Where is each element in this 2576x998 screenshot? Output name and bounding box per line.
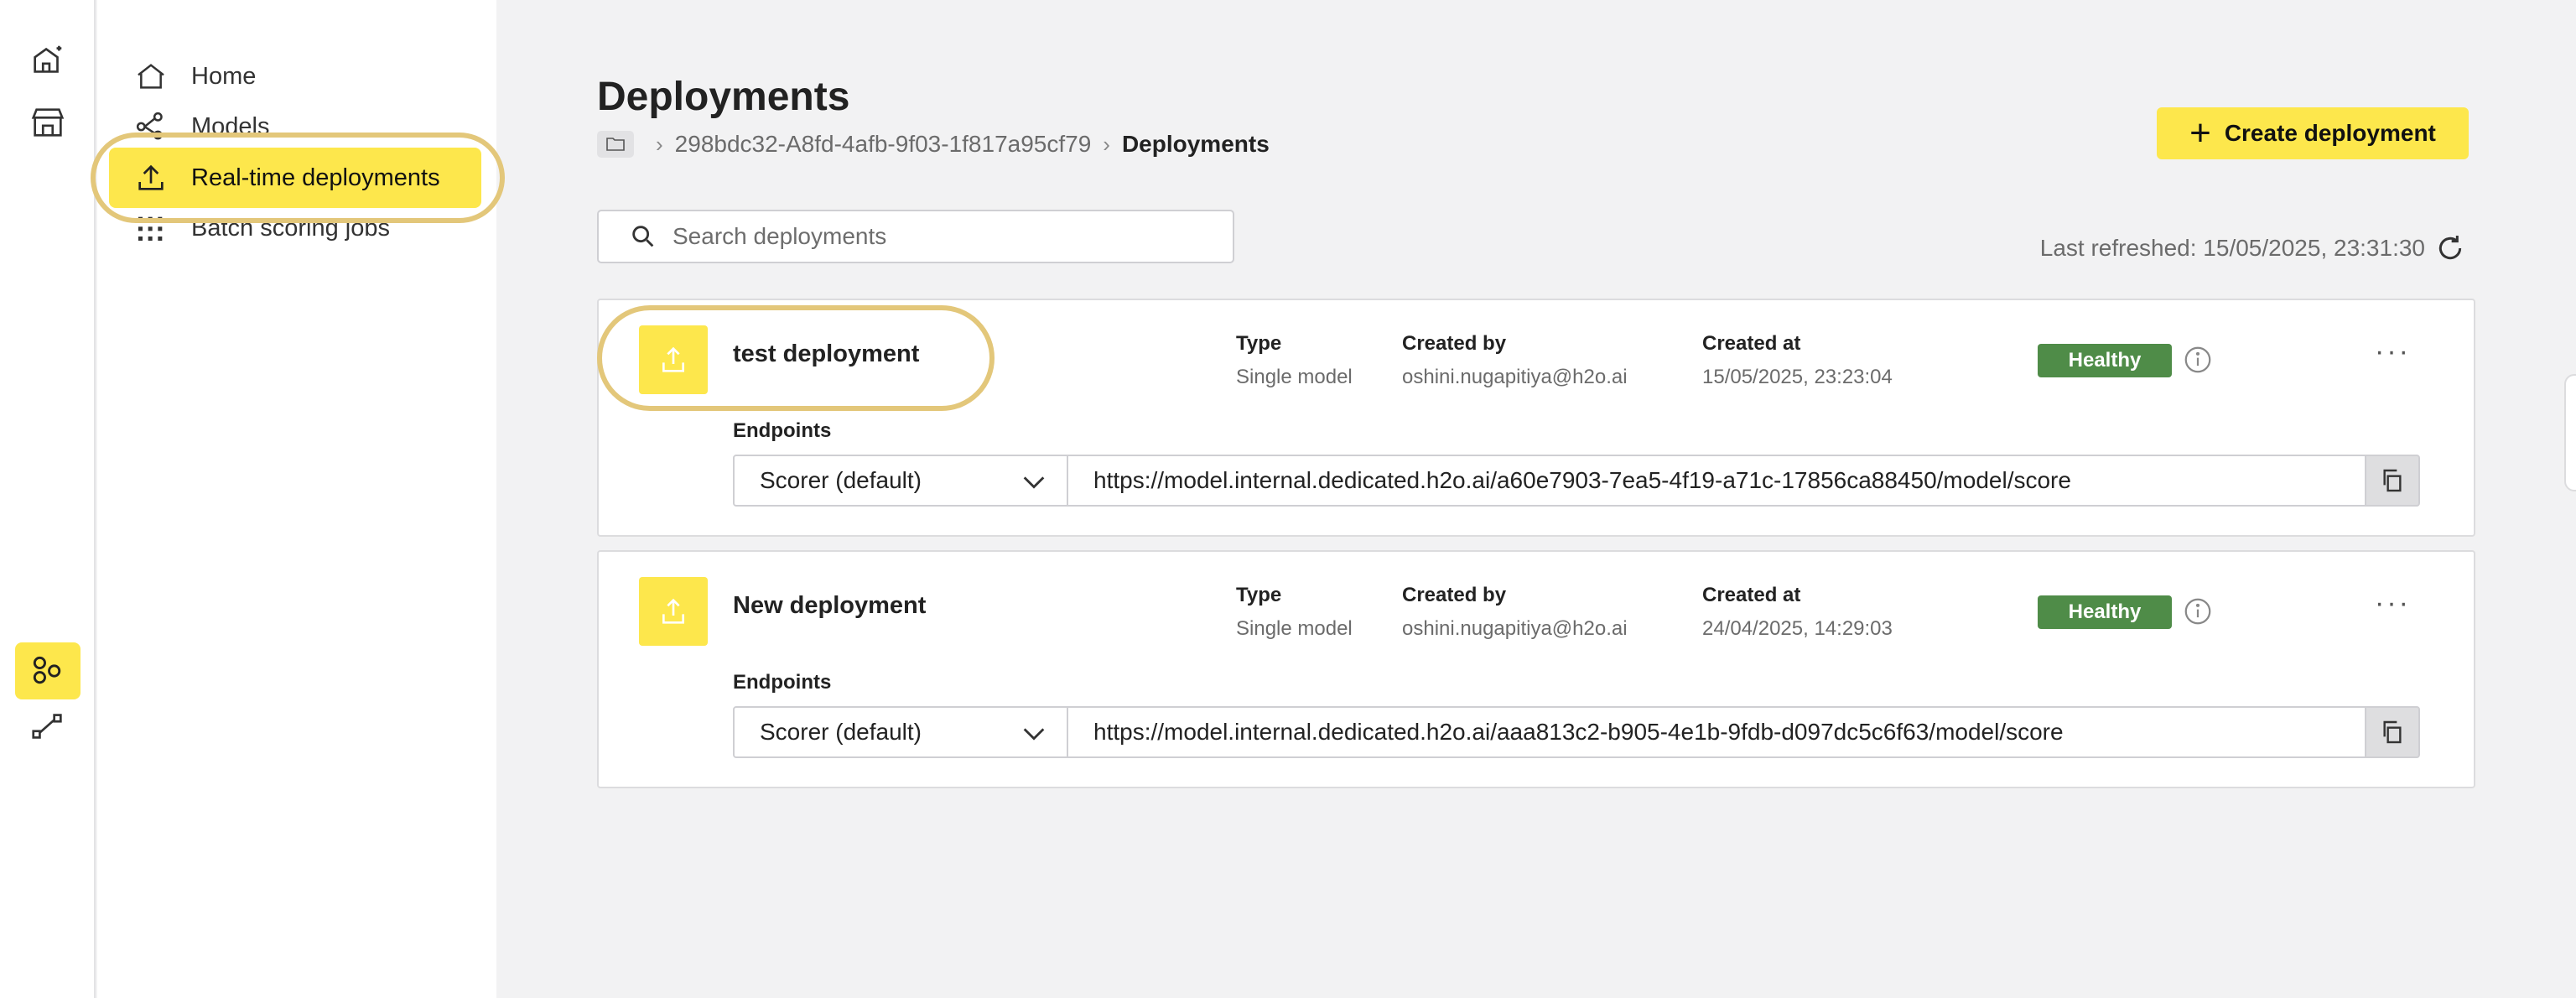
scorer-select[interactable]: Scorer (default) [733, 455, 1068, 507]
sidebar-item-label: Models [191, 112, 270, 140]
endpoint-url[interactable]: https://model.internal.dedicated.h2o.ai/… [1067, 455, 2366, 507]
models-icon [136, 112, 163, 140]
scorer-select-value: Scorer (default) [760, 719, 922, 745]
type-label: Type [1236, 332, 1282, 355]
more-options-icon[interactable]: ··· [2375, 587, 2411, 620]
deployment-name[interactable]: test deployment [733, 340, 919, 368]
app-rail [0, 0, 96, 998]
page-title: Deployments [597, 75, 850, 119]
chevron-down-icon [1023, 476, 1045, 489]
deployment-card[interactable]: New deployment Type Single model Created… [597, 550, 2475, 788]
sidebar-nav: Home Models Batch scoring jobs Real-time… [91, 0, 505, 998]
breadcrumb: › 298bdc32-A8fd-4afb-9f03-1f817a95cf79 ›… [597, 131, 1270, 158]
search-input[interactable] [673, 223, 1209, 250]
deployment-name[interactable]: New deployment [733, 592, 926, 620]
copy-button[interactable] [2365, 455, 2420, 507]
chevron-down-icon [1023, 728, 1045, 741]
upload-icon [639, 325, 708, 394]
created-by-label: Created by [1402, 332, 1507, 355]
side-panel-tab[interactable] [2564, 374, 2576, 491]
folder-icon[interactable] [597, 131, 634, 158]
search-box [597, 210, 1234, 263]
search-icon [632, 226, 654, 247]
created-by-label: Created by [1402, 584, 1507, 606]
sidebar-item-label: Batch scoring jobs [191, 214, 390, 242]
store-icon[interactable] [15, 94, 80, 151]
create-deployment-label: Create deployment [2224, 120, 2436, 146]
type-value: Single model [1236, 366, 1353, 388]
grid-icon [138, 216, 163, 241]
sidebar-item-label: Real-time deployments [191, 164, 440, 191]
pipeline-icon[interactable] [15, 698, 80, 755]
created-by-value: oshini.nugapitiya@h2o.ai [1402, 366, 1628, 388]
type-value: Single model [1236, 617, 1353, 640]
endpoint-url[interactable]: https://model.internal.dedicated.h2o.ai/… [1067, 706, 2366, 758]
copy-icon [2383, 720, 2402, 744]
breadcrumb-project[interactable]: 298bdc32-A8fd-4afb-9f03-1f817a95cf79 [675, 131, 1092, 158]
type-label: Type [1236, 584, 1282, 606]
scorer-select-value: Scorer (default) [760, 467, 922, 493]
created-at-label: Created at [1702, 332, 1801, 355]
chevron-right-icon: › [656, 131, 663, 157]
info-icon[interactable] [2182, 595, 2214, 627]
create-deployment-button[interactable]: + Create deployment [2157, 107, 2469, 159]
copy-icon [2383, 469, 2402, 492]
created-at-label: Created at [1702, 584, 1801, 606]
main-content: Deployments › 298bdc32-A8fd-4afb-9f03-1f… [496, 0, 2576, 998]
upload-icon [138, 164, 164, 190]
last-refreshed-text: Last refreshed: 15/05/2025, 23:31:30 [2039, 235, 2425, 261]
status-badge: Healthy [2038, 595, 2172, 629]
created-at-value: 15/05/2025, 23:23:04 [1702, 366, 1893, 388]
home-sparkle-icon[interactable] [15, 32, 80, 89]
created-by-value: oshini.nugapitiya@h2o.ai [1402, 617, 1628, 640]
more-options-icon[interactable]: ··· [2375, 335, 2411, 368]
endpoints-label: Endpoints [733, 671, 832, 694]
sidebar-item-real-time-deployments[interactable]: Real-time deployments [109, 148, 481, 208]
breadcrumb-current: Deployments [1121, 131, 1270, 157]
upload-icon [639, 577, 708, 646]
scorer-select[interactable]: Scorer (default) [733, 706, 1068, 758]
status-badge: Healthy [2038, 344, 2172, 377]
created-at-value: 24/04/2025, 14:29:03 [1702, 617, 1893, 640]
home-icon [138, 64, 164, 89]
copy-button[interactable] [2365, 706, 2420, 758]
sidebar-item-label: Home [191, 62, 257, 90]
endpoints-label: Endpoints [733, 419, 832, 442]
chevron-right-icon: › [1103, 131, 1110, 157]
models-app-icon[interactable] [15, 642, 80, 699]
plus-icon: + [2189, 112, 2211, 153]
deployment-card[interactable]: test deployment Type Single model Create… [597, 299, 2475, 537]
info-icon[interactable] [2182, 344, 2214, 376]
refresh-icon[interactable] [2433, 231, 2467, 265]
